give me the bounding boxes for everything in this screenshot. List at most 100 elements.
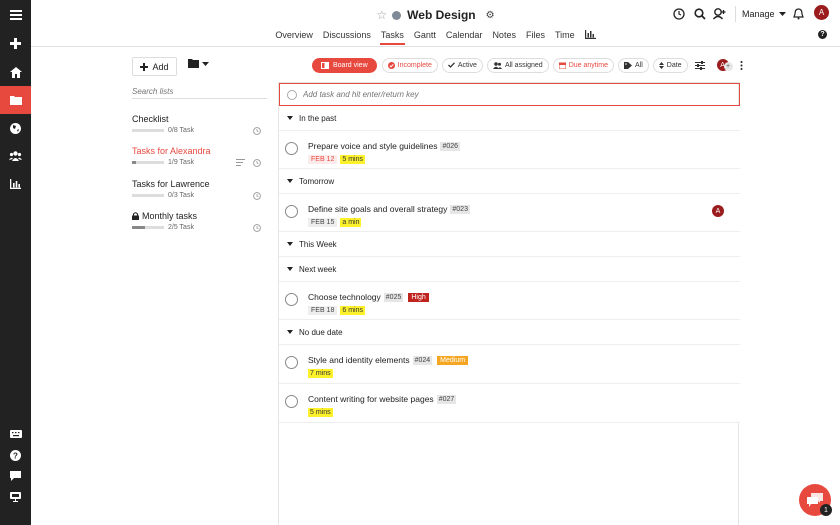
people-icon[interactable] bbox=[0, 142, 31, 170]
caret-down-icon bbox=[778, 12, 786, 16]
all-assigned-filter[interactable]: All assigned bbox=[486, 57, 549, 73]
reports-chart-icon[interactable] bbox=[0, 170, 31, 198]
list-item-tasks-for-lawrence[interactable]: Tasks for Lawrence 0/3 Task bbox=[132, 179, 267, 207]
list-name: Checklist bbox=[132, 114, 169, 124]
tab-tasks[interactable]: Tasks bbox=[376, 29, 409, 45]
list-item-tasks-for-alexandra[interactable]: Tasks for Alexandra 1/9 Task bbox=[132, 146, 267, 174]
list-item-checklist[interactable]: Checklist 0/8 Task bbox=[132, 114, 267, 142]
tab-calendar[interactable]: Calendar bbox=[441, 29, 488, 45]
group-this-week[interactable]: This Week bbox=[279, 232, 740, 257]
task-assignee-avatar[interactable]: A bbox=[712, 205, 724, 217]
lock-icon bbox=[132, 212, 139, 220]
task-id: #023 bbox=[450, 204, 470, 214]
project-tabs: Overview Discussions Tasks Gantt Calenda… bbox=[31, 29, 840, 45]
tab-gantt[interactable]: Gantt bbox=[409, 29, 441, 45]
list-progress: 0/8 Task bbox=[168, 127, 194, 134]
task-checkbox[interactable] bbox=[285, 293, 298, 306]
task-row[interactable]: Content writing for website pages #027 5 … bbox=[279, 384, 740, 423]
list-progress: 2/5 Task bbox=[168, 224, 194, 231]
tab-reports-chart-icon[interactable] bbox=[580, 29, 601, 45]
incomplete-filter[interactable]: Incomplete bbox=[381, 57, 438, 73]
task-row[interactable]: Prepare voice and style guidelines #026 F… bbox=[279, 131, 740, 169]
bell-icon[interactable] bbox=[790, 6, 806, 22]
menu-icon[interactable] bbox=[0, 1, 31, 29]
all-tags-filter[interactable]: All bbox=[618, 57, 649, 73]
task-name: Content writing for website pages bbox=[308, 394, 434, 404]
task-row[interactable]: Choose technology #025 High FEB 18 6 mins bbox=[279, 282, 740, 320]
present-icon[interactable] bbox=[0, 483, 31, 511]
task-name: Choose technology bbox=[308, 292, 381, 302]
board-view-button[interactable]: Board view bbox=[312, 57, 377, 73]
task-checkbox[interactable] bbox=[285, 205, 298, 218]
group-next-week[interactable]: Next week bbox=[279, 257, 740, 282]
tab-overview[interactable]: Overview bbox=[270, 29, 318, 45]
priority-badge: Medium bbox=[437, 355, 469, 365]
projects-folder-icon[interactable] bbox=[0, 86, 31, 114]
notification-count-badge: 1 bbox=[820, 504, 832, 516]
project-color-dot bbox=[392, 10, 402, 20]
group-in-the-past[interactable]: In the past bbox=[279, 106, 740, 131]
due-anytime-filter[interactable]: Due anytime bbox=[552, 57, 614, 73]
clock-icon bbox=[253, 192, 261, 200]
search-lists-input[interactable] bbox=[132, 85, 267, 99]
due-date: FEB 18 bbox=[308, 306, 338, 315]
check-icon bbox=[447, 62, 455, 68]
user-avatar[interactable]: A bbox=[814, 5, 829, 20]
more-vertical-icon[interactable] bbox=[738, 60, 746, 70]
globe-icon[interactable] bbox=[0, 114, 31, 142]
folder-dropdown[interactable] bbox=[188, 59, 209, 68]
tab-files[interactable]: Files bbox=[521, 29, 550, 45]
plus-icon bbox=[140, 62, 149, 71]
add-list-label: Add bbox=[152, 61, 169, 72]
task-toolbar: Board view Incomplete Active All assigne… bbox=[312, 57, 751, 73]
home-icon[interactable] bbox=[0, 58, 31, 86]
list-item-monthly-tasks[interactable]: Monthly tasks 2/5 Task bbox=[132, 211, 267, 239]
group-tomorrow[interactable]: Tomorrow bbox=[279, 169, 740, 194]
due-date: FEB 15 bbox=[308, 218, 338, 227]
tab-notes[interactable]: Notes bbox=[487, 29, 521, 45]
assignee-filter[interactable]: A + bbox=[713, 59, 733, 71]
list-progress-bar bbox=[132, 129, 164, 132]
sort-lines-icon bbox=[236, 159, 245, 166]
add-user-icon[interactable] bbox=[711, 6, 727, 22]
add-task-circle bbox=[287, 89, 297, 100]
task-checkbox[interactable] bbox=[285, 356, 298, 369]
add-list-button[interactable]: Add bbox=[132, 57, 177, 76]
task-row[interactable]: Define site goals and overall strategy #0… bbox=[279, 194, 740, 232]
tab-time[interactable]: Time bbox=[550, 29, 580, 45]
task-panel: In the past Prepare voice and style guid… bbox=[278, 82, 740, 525]
group-no-due-date[interactable]: No due date bbox=[279, 320, 740, 345]
task-checkbox[interactable] bbox=[285, 142, 298, 155]
tag-icon bbox=[624, 61, 632, 69]
estimate: 6 mins bbox=[340, 306, 365, 315]
task-name: Define site goals and overall strategy bbox=[308, 204, 448, 214]
search-icon[interactable] bbox=[692, 6, 708, 22]
tab-discussions[interactable]: Discussions bbox=[318, 29, 376, 45]
task-row[interactable]: Style and identity elements #024 Medium 7 … bbox=[279, 345, 740, 384]
due-anytime-label: Due anytime bbox=[568, 61, 608, 69]
add-icon[interactable] bbox=[0, 29, 31, 57]
manage-dropdown[interactable]: Manage bbox=[742, 9, 786, 19]
task-id: #026 bbox=[440, 141, 461, 151]
date-sort-filter[interactable]: Date bbox=[652, 57, 688, 73]
star-icon[interactable]: ☆ bbox=[376, 8, 387, 22]
help-icon[interactable]: ? bbox=[818, 30, 827, 39]
priority-badge: High bbox=[408, 292, 429, 302]
task-id: #024 bbox=[412, 355, 433, 365]
board-icon bbox=[321, 61, 329, 69]
add-task-input[interactable] bbox=[303, 90, 703, 99]
estimate: a min bbox=[340, 218, 362, 227]
task-checkbox[interactable] bbox=[285, 395, 298, 408]
task-name: Prepare voice and style guidelines bbox=[308, 141, 438, 151]
timer-clock-icon[interactable] bbox=[671, 6, 687, 22]
board-view-label: Board view bbox=[333, 61, 368, 69]
gear-icon[interactable]: ⚙ bbox=[486, 10, 495, 21]
task-id: #025 bbox=[383, 292, 404, 302]
sliders-icon[interactable] bbox=[692, 60, 708, 70]
active-filter[interactable]: Active bbox=[441, 57, 483, 73]
clock-icon bbox=[253, 159, 261, 167]
group-label: Tomorrow bbox=[299, 176, 335, 186]
calendar-icon bbox=[558, 62, 566, 69]
list-name: Tasks for Lawrence bbox=[132, 179, 210, 189]
group-label: This Week bbox=[299, 239, 337, 249]
